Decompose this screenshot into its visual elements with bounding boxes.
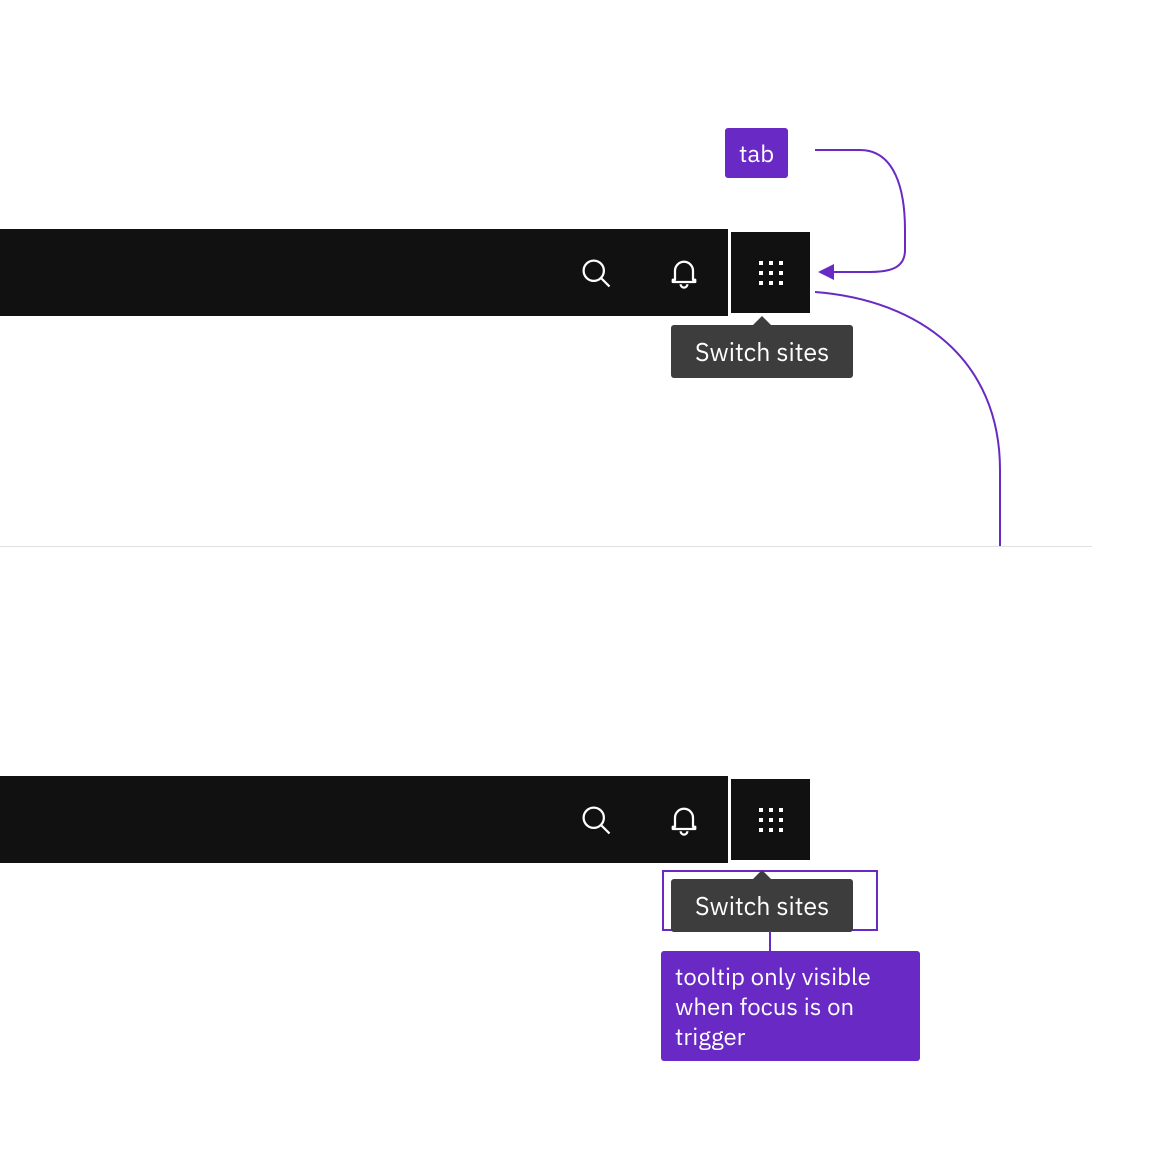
grid-icon (756, 805, 786, 835)
page-divider (0, 546, 1092, 547)
tooltip-text: Switch sites (695, 889, 829, 922)
app-switcher-button[interactable] (728, 229, 813, 316)
annotation-text: tooltip only visible when focus is on tr… (675, 960, 871, 1052)
notifications-button[interactable] (640, 229, 728, 316)
bell-icon (666, 255, 702, 291)
notifications-button[interactable] (640, 776, 728, 863)
connector-lines (0, 0, 1152, 1152)
annotation-tooltip-note: tooltip only visible when focus is on tr… (661, 951, 920, 1061)
search-icon (578, 802, 614, 838)
grid-icon (756, 258, 786, 288)
tooltip-bottom: Switch sites (671, 879, 853, 932)
header-bottom (0, 776, 813, 863)
bell-icon (666, 802, 702, 838)
app-switcher-button[interactable] (728, 776, 813, 863)
search-icon (578, 255, 614, 291)
tooltip-text: Switch sites (695, 335, 829, 368)
search-button[interactable] (552, 229, 640, 316)
search-button[interactable] (552, 776, 640, 863)
annotation-text: tab (739, 137, 774, 169)
tooltip-top: Switch sites (671, 325, 853, 378)
header-top (0, 229, 813, 316)
annotation-tab-label: tab (725, 128, 788, 178)
